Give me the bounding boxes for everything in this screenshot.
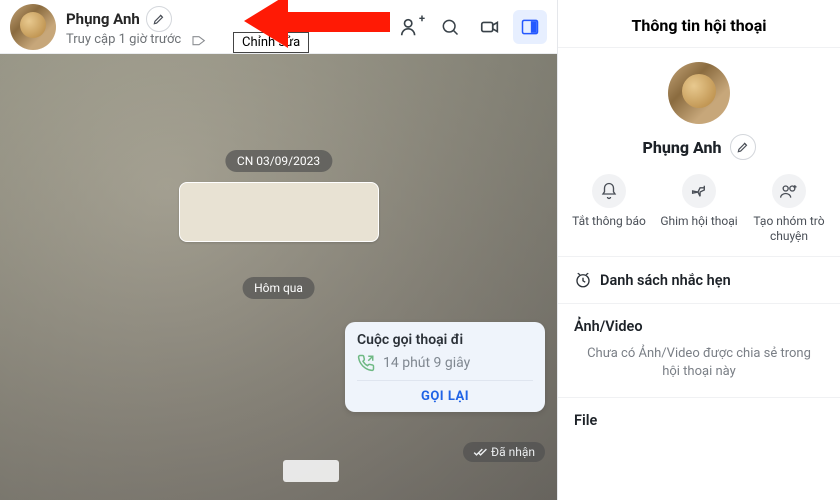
date-divider: CN 03/09/2023 <box>225 150 332 172</box>
pin-button[interactable]: Ghim hội thoại <box>658 174 740 244</box>
create-group-button[interactable]: Tạo nhóm trò chuyện <box>748 174 830 244</box>
info-panel: Thông tin hội thoại Phụng Anh Tắt thông … <box>557 0 840 500</box>
message-bubble[interactable] <box>179 182 379 242</box>
media-empty-text: Chưa có Ảnh/Video được chia sẻ trong hội… <box>574 335 824 383</box>
contact-name-large: Phụng Anh <box>642 138 721 157</box>
delivery-receipt: Đã nhận <box>463 442 545 462</box>
chat-body[interactable]: CN 03/09/2023 Hôm qua Cuộc gọi thoại đi … <box>0 54 557 500</box>
file-section[interactable]: File <box>558 398 840 443</box>
panel-right-icon <box>520 17 540 37</box>
pencil-icon <box>736 140 750 154</box>
contact-avatar[interactable] <box>10 4 56 50</box>
panel-title: Thông tin hội thoại <box>558 0 840 48</box>
call-back-button[interactable]: GỌI LẠI <box>357 380 533 404</box>
clock-icon <box>574 271 592 289</box>
phone-outgoing-icon <box>357 354 375 372</box>
toggle-info-panel-button[interactable] <box>513 10 547 44</box>
edit-name-button-side[interactable] <box>730 134 756 160</box>
search-icon <box>440 17 460 37</box>
pencil-icon <box>152 12 166 26</box>
plus-icon: + <box>419 12 425 25</box>
tag-icon <box>191 32 207 48</box>
call-duration-row: 14 phút 9 giây <box>357 354 533 372</box>
last-seen: Truy cập 1 giờ trước <box>66 32 207 48</box>
video-call-button[interactable] <box>473 10 507 44</box>
add-friend-button[interactable]: + <box>393 10 427 44</box>
pin-icon <box>690 182 708 200</box>
header-actions: + <box>393 10 547 44</box>
chat-pane: Phụng Anh Truy cập 1 giờ trước + <box>0 0 557 500</box>
call-card[interactable]: Cuộc gọi thoại đi 14 phút 9 giây GỌI LẠI <box>345 322 545 412</box>
compose-fragment <box>283 460 339 482</box>
profile-block: Phụng Anh Tắt thông báo Ghim hội thoại T… <box>558 48 840 257</box>
user-plus-icon <box>399 16 421 38</box>
bell-icon <box>600 182 618 200</box>
reminders-section[interactable]: Danh sách nhắc hẹn <box>558 257 840 304</box>
mute-button[interactable]: Tắt thông báo <box>568 174 650 244</box>
video-icon <box>479 16 501 38</box>
search-in-chat-button[interactable] <box>433 10 467 44</box>
double-check-icon <box>473 445 487 459</box>
contact-avatar-large[interactable] <box>668 62 730 124</box>
quick-action-row: Tắt thông báo Ghim hội thoại Tạo nhóm tr… <box>558 160 840 244</box>
title-block: Phụng Anh Truy cập 1 giờ trước <box>66 6 207 48</box>
group-plus-icon <box>779 181 799 201</box>
contact-name[interactable]: Phụng Anh <box>66 10 140 28</box>
call-title: Cuộc gọi thoại đi <box>357 332 533 348</box>
edit-name-button[interactable] <box>146 6 172 32</box>
media-section[interactable]: Ảnh/Video Chưa có Ảnh/Video được chia sẻ… <box>558 304 840 398</box>
date-divider: Hôm qua <box>242 277 315 299</box>
